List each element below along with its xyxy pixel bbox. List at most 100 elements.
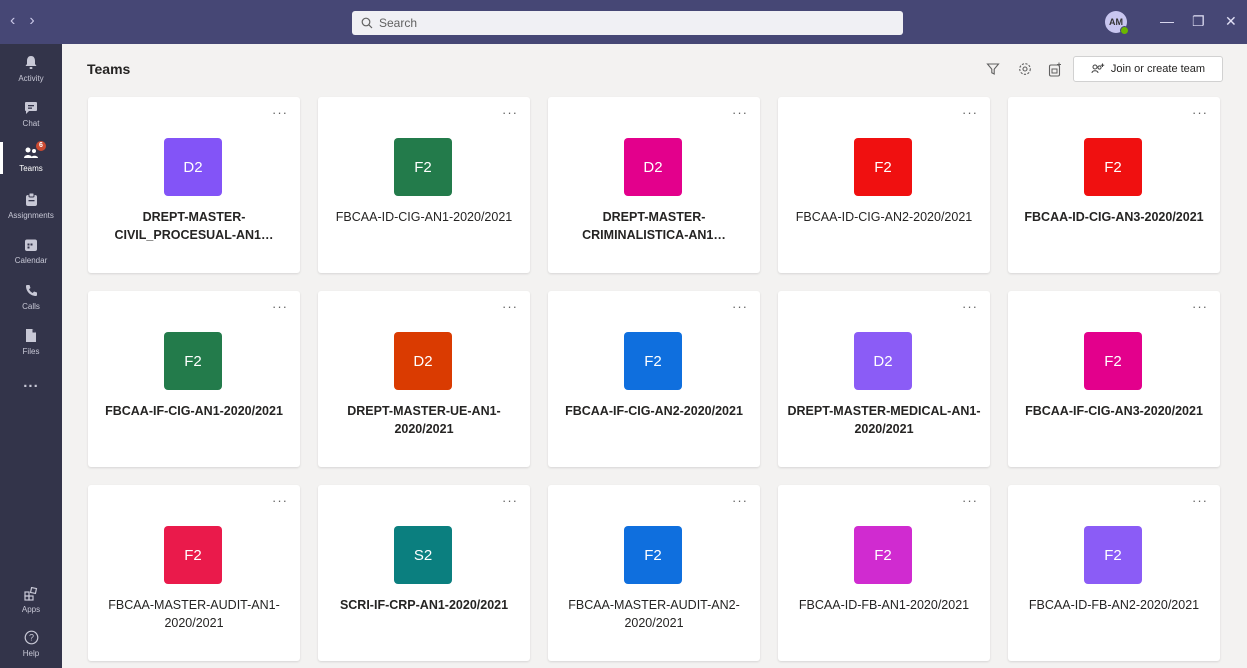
rail-label: Calendar (14, 255, 48, 265)
apps-icon (21, 585, 41, 603)
team-card[interactable]: ··· F2 FBCAA-IF-CIG-AN2-2020/2021 (548, 291, 760, 467)
team-name: FBCAA-IF-CIG-AN2-2020/2021 (565, 404, 743, 418)
more-options-icon[interactable]: ··· (272, 299, 288, 314)
team-avatar: F2 (164, 332, 222, 390)
rail-item-calendar[interactable]: Calendar (0, 228, 62, 272)
team-avatar: F2 (854, 138, 912, 196)
title-bar: ‹ › AM — ❐ ✕ (0, 0, 1247, 44)
teams-icon: 6 (21, 140, 46, 162)
team-card[interactable]: ··· D2 DREPT-MASTER-UE-AN1-2020/2021 (318, 291, 530, 467)
team-card[interactable]: ··· F2 FBCAA-ID-CIG-AN2-2020/2021 (778, 97, 990, 273)
team-card[interactable]: ··· D2 DREPT-MASTER-CIVIL_PROCESUAL-AN1… (88, 97, 300, 273)
team-card[interactable]: ··· F2 FBCAA-ID-FB-AN2-2020/2021 (1008, 485, 1220, 661)
phone-icon (21, 282, 41, 300)
team-initials: F2 (1104, 352, 1122, 370)
team-initials: D2 (413, 352, 433, 370)
team-initials: F2 (184, 352, 202, 370)
team-card[interactable]: ··· S2 SCRI-IF-CRP-AN1-2020/2021 (318, 485, 530, 661)
gear-icon[interactable] (1017, 61, 1033, 77)
more-options-icon[interactable]: ··· (502, 493, 518, 508)
more-options-icon[interactable]: ··· (732, 299, 748, 314)
join-or-create-team-button[interactable]: Join or create team (1073, 56, 1223, 82)
team-avatar: F2 (394, 138, 452, 196)
more-options-icon[interactable]: ··· (272, 105, 288, 120)
close-button[interactable]: ✕ (1225, 11, 1237, 31)
app-bar: Activity Chat 6 Teams Assignments Calend… (0, 44, 62, 668)
more-options-icon[interactable]: ··· (962, 105, 978, 120)
chevron-left-icon[interactable]: ‹ (10, 12, 15, 30)
team-card[interactable]: ··· F2 FBCAA-IF-CIG-AN3-2020/2021 (1008, 291, 1220, 467)
team-avatar: F2 (1084, 332, 1142, 390)
rail-item-help[interactable]: ? Help (0, 621, 62, 665)
team-card[interactable]: ··· F2 FBCAA-IF-CIG-AN1-2020/2021 (88, 291, 300, 467)
more-icon: ... (23, 373, 39, 391)
more-options-icon[interactable]: ··· (732, 493, 748, 508)
team-card[interactable]: ··· D2 DREPT-MASTER-CRIMINALISTICA-AN1… (548, 97, 760, 273)
team-name: SCRI-IF-CRP-AN1-2020/2021 (339, 598, 509, 612)
rail-label: Chat (22, 118, 40, 128)
team-card[interactable]: ··· F2 FBCAA-ID-CIG-AN1-2020/2021 (318, 97, 530, 273)
create-team-icon[interactable] (1047, 61, 1063, 77)
rail-label: Activity (18, 73, 44, 83)
more-options-icon[interactable]: ··· (272, 493, 288, 508)
more-options-icon[interactable]: ··· (502, 299, 518, 314)
rail-label: Help (22, 648, 40, 658)
rail-item-calls[interactable]: Calls (0, 274, 62, 318)
chevron-right-icon[interactable]: › (29, 12, 34, 30)
filter-icon[interactable] (985, 61, 1001, 77)
avatar[interactable]: AM (1105, 11, 1129, 35)
team-card[interactable]: ··· F2 FBCAA-MASTER-AUDIT-AN2-2020/2021 (548, 485, 760, 661)
team-initials: D2 (643, 158, 663, 176)
more-options-icon[interactable]: ··· (1192, 493, 1208, 508)
team-card[interactable]: ··· F2 FBCAA-ID-CIG-AN3-2020/2021 (1008, 97, 1220, 273)
team-initials: F2 (184, 546, 202, 564)
page-title: Teams (87, 61, 131, 77)
more-options-icon[interactable]: ··· (962, 493, 978, 508)
minimize-button[interactable]: — (1160, 11, 1174, 31)
search-icon (361, 17, 373, 29)
rail-item-files[interactable]: Files (0, 319, 62, 363)
team-name: FBCAA-ID-FB-AN1-2020/2021 (798, 598, 970, 612)
join-or-create-team-label: Join or create team (1110, 63, 1206, 75)
more-options-icon[interactable]: ··· (962, 299, 978, 314)
team-initials: F2 (644, 352, 662, 370)
more-options-icon[interactable]: ··· (502, 105, 518, 120)
rail-item-activity[interactable]: Activity (0, 46, 62, 90)
team-name: DREPT-MASTER-MEDICAL-AN1-2020/2021 (787, 404, 981, 436)
team-initials: F2 (1104, 158, 1122, 176)
team-card[interactable]: ··· F2 FBCAA-MASTER-AUDIT-AN1-2020/2021 (88, 485, 300, 661)
file-icon (21, 327, 41, 345)
team-name: DREPT-MASTER-CIVIL_PROCESUAL-AN1… (114, 210, 274, 242)
team-avatar: F2 (164, 526, 222, 584)
add-team-icon (1091, 63, 1105, 74)
maximize-button[interactable]: ❐ (1192, 11, 1205, 31)
teams-grid: ··· D2 DREPT-MASTER-CIVIL_PROCESUAL-AN1…… (88, 97, 1221, 668)
help-icon: ? (21, 629, 41, 647)
rail-item-chat[interactable]: Chat (0, 91, 62, 135)
chat-icon (21, 99, 41, 117)
more-options-icon[interactable]: ··· (732, 105, 748, 120)
team-avatar: F2 (1084, 526, 1142, 584)
team-initials: D2 (183, 158, 203, 176)
more-options-icon[interactable]: ··· (1192, 105, 1208, 120)
team-initials: F2 (644, 546, 662, 564)
team-initials: F2 (414, 158, 432, 176)
rail-label: Apps (21, 604, 41, 614)
teams-header: Teams Join or create team (62, 44, 1247, 94)
rail-item-apps[interactable]: Apps (0, 577, 62, 621)
more-options-icon[interactable]: ··· (1192, 299, 1208, 314)
rail-item-assignments[interactable]: Assignments (0, 183, 62, 227)
team-avatar: D2 (394, 332, 452, 390)
team-card[interactable]: ··· F2 FBCAA-ID-FB-AN1-2020/2021 (778, 485, 990, 661)
team-avatar: D2 (624, 138, 682, 196)
team-avatar: S2 (394, 526, 452, 584)
search-box[interactable] (352, 11, 903, 35)
rail-item-teams[interactable]: 6 Teams (0, 136, 62, 180)
rail-item-more[interactable]: ... (0, 360, 62, 404)
rail-label: Files (22, 346, 40, 356)
team-card[interactable]: ··· D2 DREPT-MASTER-MEDICAL-AN1-2020/202… (778, 291, 990, 467)
search-input[interactable] (379, 16, 879, 30)
team-name: FBCAA-ID-CIG-AN2-2020/2021 (795, 210, 973, 224)
team-avatar: F2 (1084, 138, 1142, 196)
presence-available-icon (1120, 26, 1129, 35)
